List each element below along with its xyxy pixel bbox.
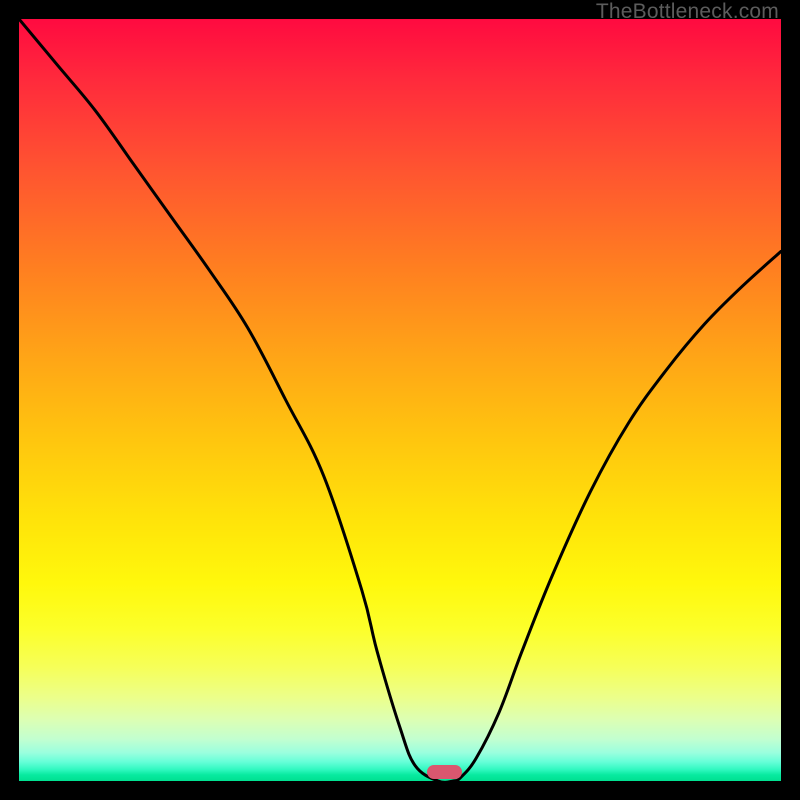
plot-area	[19, 19, 781, 781]
watermark-text: TheBottleneck.com	[596, 0, 779, 24]
optimal-range-marker	[427, 765, 462, 779]
bottleneck-curve	[19, 19, 781, 781]
chart-frame: TheBottleneck.com	[0, 0, 800, 800]
